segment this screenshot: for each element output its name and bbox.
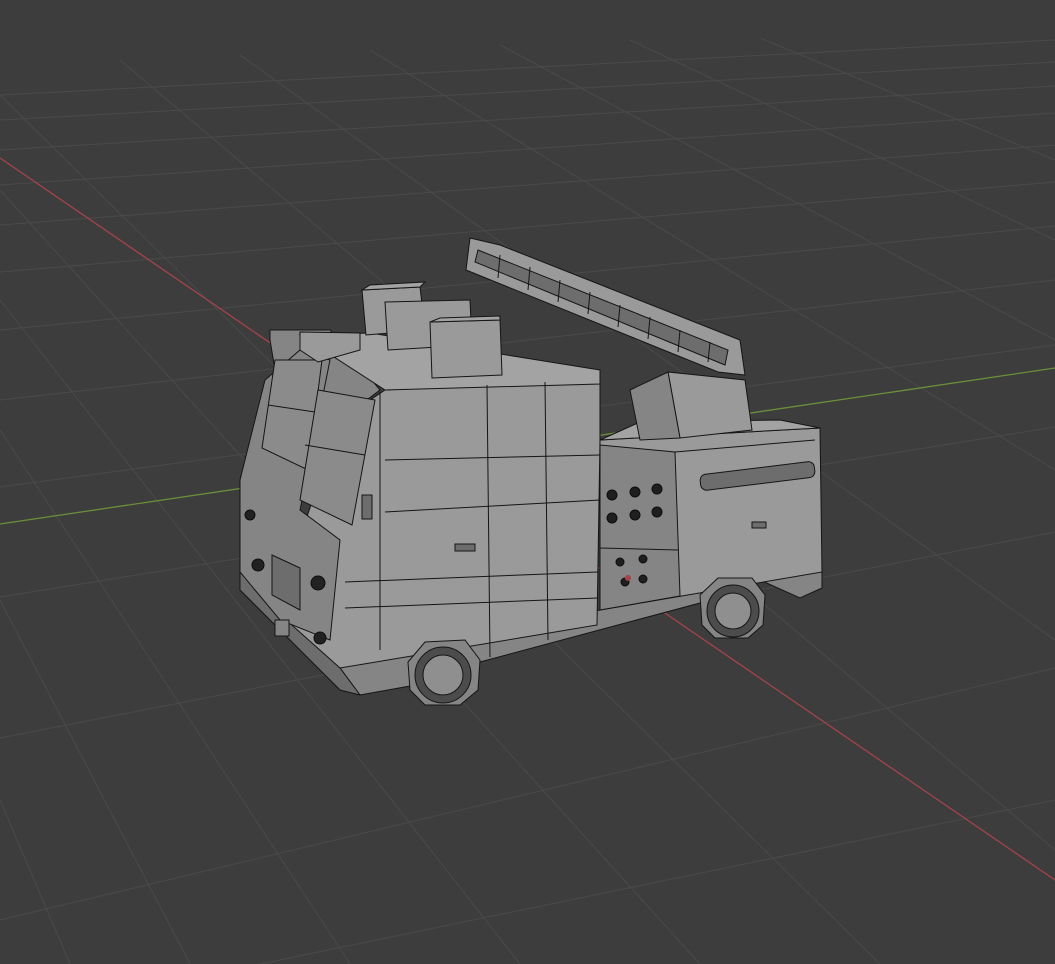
fire-truck-model[interactable]	[238, 237, 823, 706]
3d-cursor	[625, 575, 631, 581]
side-handle-rear	[751, 521, 767, 529]
rear-wheel	[699, 577, 766, 639]
door-handle	[454, 543, 476, 552]
ladder-turret	[667, 371, 753, 439]
3d-viewport[interactable]	[0, 0, 1055, 964]
aerial-ladder	[465, 237, 746, 376]
viewport-scene[interactable]	[0, 0, 1055, 964]
front-wheel	[407, 639, 481, 706]
side-mirror	[361, 494, 373, 520]
license-plate	[274, 619, 290, 637]
